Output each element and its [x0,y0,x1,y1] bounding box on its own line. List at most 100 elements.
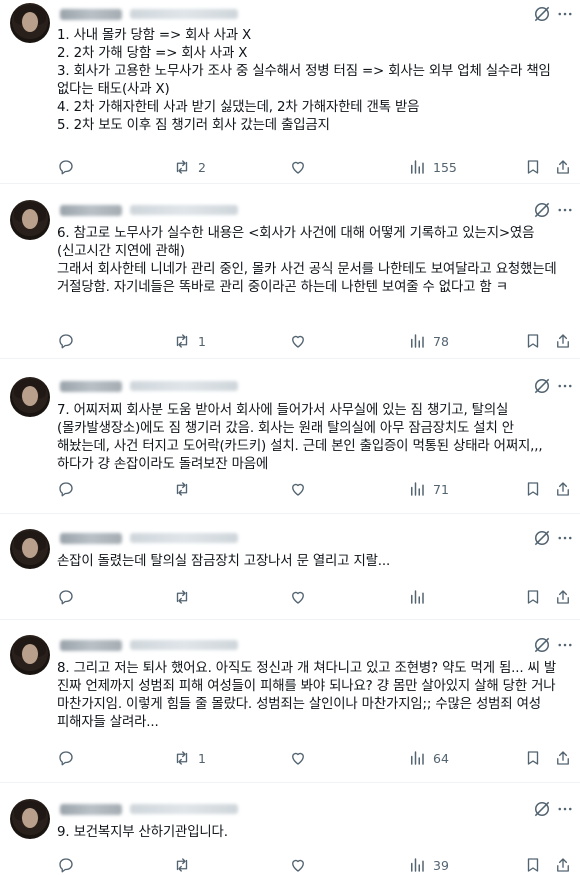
reply-icon [59,590,73,605]
heart-icon [292,752,304,765]
share-button[interactable] [554,856,572,874]
like-button[interactable] [289,480,314,498]
share-button[interactable] [554,158,572,176]
repost-icon [176,482,188,496]
tweet-text: 7. 어찌저찌 회사분 도움 받아서 회사에 들어가서 사무실에 있는 짐 챙기… [57,403,547,472]
repost-button[interactable]: 1 [173,332,206,350]
bookmark-button[interactable] [524,588,542,606]
tweet[interactable]: 손잡이 돌렸는데 탈의실 잠금장치 고장나서 문 열리고 지랄... [0,514,580,620]
share-icon [557,858,569,872]
reply-button[interactable] [57,856,82,874]
repost-button[interactable] [173,480,198,498]
view-count: 78 [433,333,449,349]
reply-button[interactable] [57,158,82,176]
view-count: 71 [433,481,449,497]
more-options-icon[interactable] [556,635,574,655]
author-name-redacted[interactable] [60,532,122,544]
avatar[interactable] [10,529,50,569]
tweet-thread: 1. 사내 몰카 당함 => 회사 사과 X 2. 2차 가해 당함 => 회사… [0,0,580,874]
reply-icon [59,482,73,497]
bookmark-icon [527,334,539,348]
reply-icon [59,858,73,873]
heart-icon [292,335,304,348]
author-name-redacted[interactable] [60,204,122,216]
tweet-header [60,202,238,218]
bookmark-icon [527,858,539,872]
grok-icon[interactable] [532,528,552,548]
reply-icon [59,334,73,349]
tweet-actions: 1 78 [57,331,574,351]
reply-button[interactable] [57,588,82,606]
tweet[interactable]: 6. 참고로 노무사가 실수한 내용은 <회사가 사건에 대해 어떻게 기록하고… [0,184,580,359]
more-options-icon[interactable] [556,799,574,819]
avatar[interactable] [10,3,50,43]
repost-count: 2 [198,159,206,175]
bookmark-icon [527,482,539,496]
author-handle-redacted [130,533,238,543]
share-button[interactable] [554,588,572,606]
like-button[interactable] [289,588,314,606]
views-icon [411,160,424,174]
author-handle-redacted [130,381,238,391]
reply-button[interactable] [57,480,82,498]
share-icon [557,160,569,174]
share-button[interactable] [554,332,572,350]
author-name-redacted[interactable] [60,639,122,651]
avatar[interactable] [10,635,50,675]
avatar[interactable] [10,200,50,240]
share-button[interactable] [554,749,572,767]
reply-button[interactable] [57,332,82,350]
repost-icon [176,858,188,872]
views-button[interactable]: 155 [408,158,457,176]
like-button[interactable] [289,856,314,874]
grok-icon[interactable] [532,635,552,655]
share-icon [557,751,569,765]
tweet[interactable]: 1. 사내 몰카 당함 => 회사 사과 X 2. 2차 가해 당함 => 회사… [0,0,580,184]
tweet-header [60,637,238,653]
like-button[interactable] [289,749,314,767]
bookmark-button[interactable] [524,480,542,498]
views-button[interactable]: 71 [408,480,449,498]
avatar[interactable] [10,799,50,839]
view-count: 39 [433,857,449,873]
views-button[interactable]: 64 [408,749,449,767]
tweet[interactable]: 7. 어찌저찌 회사분 도움 받아서 회사에 들어가서 사무실에 있는 짐 챙기… [0,359,580,514]
more-options-icon[interactable] [556,376,574,396]
share-button[interactable] [554,480,572,498]
tweet-text: 손잡이 돌렸는데 탈의실 잠금장치 고장나서 문 열리고 지랄... [57,554,391,569]
avatar[interactable] [10,377,50,417]
more-options-icon[interactable] [556,528,574,548]
author-name-redacted[interactable] [60,380,122,392]
views-button[interactable] [408,588,433,606]
bookmark-button[interactable] [524,158,542,176]
grok-icon[interactable] [532,376,552,396]
more-options-icon[interactable] [556,4,574,24]
repost-button[interactable] [173,856,198,874]
tweet[interactable]: 9. 보건복지부 산하기관입니다. 39 [0,783,580,874]
views-button[interactable]: 78 [408,332,449,350]
author-name-redacted[interactable] [60,8,122,20]
repost-button[interactable] [173,588,198,606]
bookmark-icon [527,751,539,765]
bookmark-button[interactable] [524,856,542,874]
views-button[interactable]: 39 [408,856,449,874]
reply-button[interactable] [57,749,82,767]
repost-button[interactable]: 1 [173,749,206,767]
more-options-icon[interactable] [556,200,574,220]
share-icon [557,482,569,496]
like-button[interactable] [289,158,314,176]
like-button[interactable] [289,332,314,350]
repost-button[interactable]: 2 [173,158,206,176]
share-icon [557,334,569,348]
bookmark-button[interactable] [524,332,542,350]
grok-icon[interactable] [532,4,552,24]
author-name-redacted[interactable] [60,803,122,815]
author-handle-redacted [130,804,238,814]
grok-icon[interactable] [532,200,552,220]
share-icon [557,590,569,604]
tweet[interactable]: 8. 그리고 저는 퇴사 했어요. 아직도 정신과 개 쳐다니고 있고 조현병?… [0,620,580,783]
tweet-header [60,6,238,22]
grok-icon[interactable] [532,799,552,819]
bookmark-button[interactable] [524,749,542,767]
view-count: 64 [433,750,449,766]
